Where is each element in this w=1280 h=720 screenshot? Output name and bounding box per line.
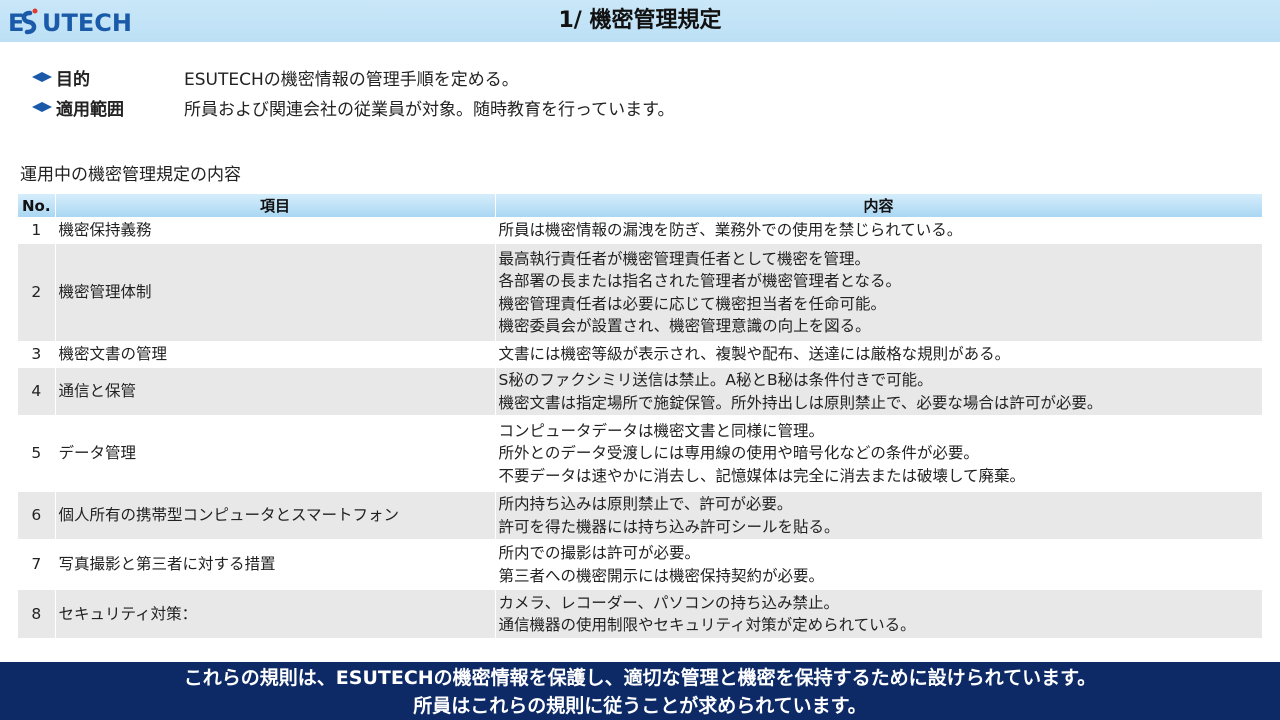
row-no: 8 [18, 588, 56, 638]
table-row: 4 通信と保管 S秘のファクシミリ送信は禁止。A秘とB秘は条件付きで可能。 機密… [18, 366, 1263, 416]
row-item: 機密文書の管理 [55, 341, 496, 367]
table-row: 6 個人所有の携帯型コンピュータとスマートフォン 所内持ち込みは原則禁止で、許可… [18, 490, 1263, 540]
row-no: 1 [18, 217, 56, 243]
content-line: カメラ、レコーダー、パソコンの持ち込み禁止。 [498, 593, 840, 612]
row-no: 2 [18, 242, 56, 342]
row-item: 機密管理体制 [55, 242, 496, 342]
content-line: 機密委員会が設置され、機密管理意識の向上を図る。 [498, 316, 871, 335]
content-line: 機密文書は指定場所で施錠保管。所外持出しは原則禁止で、必要な場合は許可が必要。 [498, 393, 1103, 412]
row-content: 所内での撮影は許可が必要。 第三者への機密開示には機密保持契約が必要。 [495, 539, 1263, 589]
row-content: 文書には機密等級が表示され、複製や配布、送達には厳格な規則がある。 [495, 341, 1263, 367]
table-row: 3 機密文書の管理 文書には機密等級が表示され、複製や配布、送達には厳格な規則が… [18, 341, 1263, 367]
row-no: 5 [18, 415, 56, 491]
footer-line-2: 所員はこれらの規則に従うことが求められています。 [413, 695, 867, 717]
table-header-row: No. 項目 内容 [18, 194, 1263, 218]
content-line: 機密管理責任者は必要に応じて機密担当者を任命可能。 [498, 294, 887, 313]
row-item: 通信と保管 [55, 366, 496, 416]
content-line: 所員は機密情報の漏洩を防ぎ、業務外での使用を禁じられている。 [498, 221, 963, 240]
info-label-purpose: 目的 [56, 69, 90, 90]
content-line: 許可を得た機器には持ち込み許可シールを貼る。 [498, 517, 840, 536]
row-content: カメラ、レコーダー、パソコンの持ち込み禁止。 通信機器の使用制限やセキュリティ対… [495, 588, 1263, 638]
row-no: 7 [18, 539, 56, 589]
row-item: 個人所有の携帯型コンピュータとスマートフォン [55, 490, 496, 540]
row-item: 写真撮影と第三者に対する措置 [55, 539, 496, 589]
info-text-scope: 所員および関連会社の従業員が対象。随時教育を行っています。 [184, 99, 675, 120]
content-line: 文書には機密等級が表示され、複製や配布、送達には厳格な規則がある。 [498, 345, 1011, 364]
row-content: 所内持ち込みは原則禁止で、許可が必要。 許可を得た機器には持ち込み許可シールを貼… [495, 490, 1263, 540]
content-line: 最高執行責任者が機密管理責任者として機密を管理。 [498, 249, 871, 268]
content-line: 通信機器の使用制限やセキュリティ対策が定められている。 [498, 616, 916, 634]
header-bar: E UTECH 1/ 機密管理規定 [0, 0, 1280, 42]
table-row: 8 セキュリティ対策： カメラ、レコーダー、パソコンの持ち込み禁止。 通信機器の… [18, 588, 1263, 638]
content-line: コンピュータデータは機密文書と同様に管理。 [498, 422, 825, 441]
content-line: 第三者への機密開示には機密保持契約が必要。 [498, 566, 825, 585]
content-line: 各部署の長または指名された管理者が機密管理者となる。 [498, 272, 902, 291]
page-title: 1/ 機密管理規定 [558, 8, 722, 33]
header-no: No. [18, 194, 56, 218]
footer-line-1: これらの規則は、ESUTECHの機密情報を保護し、適切な管理と機密を保持するため… [183, 667, 1097, 689]
footer-banner: これらの規則は、ESUTECHの機密情報を保護し、適切な管理と機密を保持するため… [0, 662, 1280, 720]
diamond-bullet-icon [32, 72, 56, 82]
row-item: 機密保持義務 [55, 217, 496, 243]
content-line: 所内持ち込みは原則禁止で、許可が必要。 [498, 495, 793, 514]
row-no: 4 [18, 366, 56, 416]
info-text-purpose: ESUTECHの機密情報の管理手順を定める。 [184, 69, 519, 90]
table-row: 7 写真撮影と第三者に対する措置 所内での撮影は許可が必要。 第三者への機密開示… [18, 539, 1263, 589]
row-content: S秘のファクシミリ送信は禁止。A秘とB秘は条件付きで可能。 機密文書は指定場所で… [495, 366, 1263, 416]
row-item: セキュリティ対策： [55, 588, 496, 638]
content-line: S秘のファクシミリ送信は禁止。A秘とB秘は条件付きで可能。 [498, 371, 933, 390]
table-row: 5 データ管理 コンピュータデータは機密文書と同様に管理。 所外とのデータ受渡し… [18, 415, 1263, 491]
rules-table: No. 項目 内容 1 機密保持義務 所員は機密情報の漏洩を防ぎ、業務外での使用… [18, 194, 1263, 638]
table-row: 1 機密保持義務 所員は機密情報の漏洩を防ぎ、業務外での使用を禁じられている。 [18, 217, 1263, 243]
info-row-purpose: 目的 ESUTECHの機密情報の管理手順を定める。 [32, 64, 519, 90]
row-no: 3 [18, 341, 56, 367]
row-content: 最高執行責任者が機密管理責任者として機密を管理。 各部署の長または指名された管理… [495, 242, 1263, 342]
info-row-scope: 適用範囲 所員および関連会社の従業員が対象。随時教育を行っています。 [32, 94, 674, 120]
row-no: 6 [18, 490, 56, 540]
diamond-bullet-icon [32, 102, 56, 112]
row-item: データ管理 [55, 415, 496, 491]
header-item: 項目 [55, 194, 496, 218]
row-content: 所員は機密情報の漏洩を防ぎ、業務外での使用を禁じられている。 [495, 217, 1263, 243]
content-line: 不要データは速やかに消去し、記憶媒体は完全に消去または破壊して廃棄。 [498, 466, 1026, 485]
info-label-scope: 適用範囲 [56, 99, 124, 120]
content-line: 所外とのデータ受渡しには専用線の使用や暗号化などの条件が必要。 [498, 444, 979, 463]
section-title: 運用中の機密管理規定の内容 [20, 165, 241, 185]
content-line: 所内での撮影は許可が必要。 [498, 544, 701, 563]
header-content: 内容 [495, 194, 1263, 218]
row-content: コンピュータデータは機密文書と同様に管理。 所外とのデータ受渡しには専用線の使用… [495, 415, 1263, 491]
table-row: 2 機密管理体制 最高執行責任者が機密管理責任者として機密を管理。 各部署の長ま… [18, 242, 1263, 342]
